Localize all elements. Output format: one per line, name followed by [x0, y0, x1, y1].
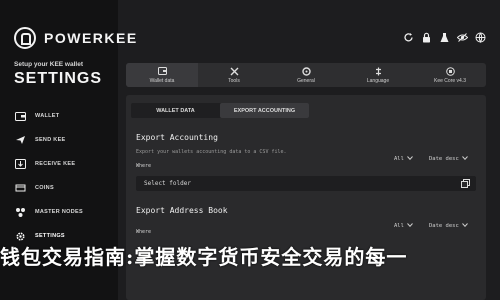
tab-label: General [297, 77, 315, 84]
folder-browse-icon[interactable] [460, 178, 470, 188]
tab-label: Kee Core v4.3 [434, 77, 466, 84]
overlay-banner-text: 钱包交易指南:掌握数字货币安全交易的每一 [0, 244, 408, 269]
sidebar-item-label: SETTINGS [35, 233, 65, 239]
sidebar-item-label: WALLET [35, 113, 60, 119]
export-address-book-where-label: Where [136, 229, 152, 235]
settings-tabs: Wallet data Tools General Language Kee C… [126, 63, 486, 87]
subtab-wallet-data[interactable]: WALLET DATA [131, 103, 220, 118]
export-address-book-sort-select[interactable]: Date desc [429, 223, 468, 229]
core-icon [445, 66, 455, 76]
filter-value: All [394, 223, 404, 229]
tab-tools[interactable]: Tools [198, 63, 270, 87]
folder-placeholder: Select folder [144, 180, 191, 187]
refresh-icon[interactable] [402, 31, 414, 43]
sort-value: Date desc [429, 156, 459, 162]
lock-icon[interactable] [420, 31, 432, 43]
sidebar-nav: WALLET SEND KEE RECEIVE KEE COINS MASTER… [14, 104, 114, 248]
wallet-icon [14, 110, 26, 122]
sidebar-item-send-kee[interactable]: SEND KEE [14, 128, 114, 152]
tab-label: Language [366, 77, 390, 84]
sidebar-item-label: SEND KEE [35, 137, 66, 143]
export-accounting-title: Export Accounting [136, 133, 218, 142]
subtabs: WALLET DATA EXPORT ACCOUNTING [131, 103, 309, 118]
sidebar-item-label: RECEIVE KEE [35, 161, 76, 167]
tab-wallet-data[interactable]: Wallet data [126, 63, 198, 87]
nodes-icon [14, 206, 26, 218]
sidebar-item-receive-kee[interactable]: RECEIVE KEE [14, 152, 114, 176]
export-address-book-title: Export Address Book [136, 206, 228, 215]
chevron-down-icon [407, 223, 413, 229]
general-icon [301, 66, 311, 76]
export-accounting-filter-select[interactable]: All [394, 156, 413, 162]
brand-name: POWERKEE [44, 30, 138, 46]
page-title: SETTINGS [14, 70, 103, 87]
send-icon [14, 134, 26, 146]
chevron-down-icon [461, 223, 468, 229]
export-accounting-description: Export your wallets accounting data to a… [136, 149, 287, 155]
tab-label: Tools [228, 77, 240, 84]
sidebar-item-label: MASTER NODES [35, 209, 83, 215]
sidebar-item-coins[interactable]: COINS [14, 176, 114, 200]
sidebar-item-wallet[interactable]: WALLET [14, 104, 114, 128]
subtab-export-accounting[interactable]: EXPORT ACCOUNTING [220, 103, 309, 118]
top-toolbar [402, 31, 486, 43]
chevron-down-icon [461, 156, 468, 162]
receive-icon [14, 158, 26, 170]
tools-icon [230, 67, 239, 76]
setup-caption: Setup your KEE wallet [14, 61, 83, 68]
export-accounting-sort-select[interactable]: Date desc [429, 156, 468, 162]
eye-icon[interactable] [456, 31, 468, 43]
filter-value: All [394, 156, 404, 162]
globe-icon[interactable] [474, 31, 486, 43]
coins-icon [14, 182, 26, 194]
language-icon [374, 67, 383, 76]
wallet-icon [157, 67, 167, 76]
export-accounting-where-label: Where [136, 163, 152, 169]
sidebar-item-label: COINS [35, 185, 54, 191]
tab-label: Wallet data [149, 77, 175, 84]
brand-logo: POWERKEE [14, 27, 138, 49]
tab-language[interactable]: Language [342, 63, 414, 87]
chevron-down-icon [407, 156, 413, 162]
export-address-book-filter-select[interactable]: All [394, 223, 413, 229]
export-accounting-folder-input[interactable]: Select folder [136, 176, 476, 191]
sort-value: Date desc [429, 223, 459, 229]
sidebar-item-master-nodes[interactable]: MASTER NODES [14, 200, 114, 224]
flask-icon[interactable] [438, 31, 450, 43]
powerkee-logo-icon [14, 27, 36, 49]
tab-general[interactable]: General [270, 63, 342, 87]
tab-kee-core[interactable]: Kee Core v4.3 [414, 63, 486, 87]
